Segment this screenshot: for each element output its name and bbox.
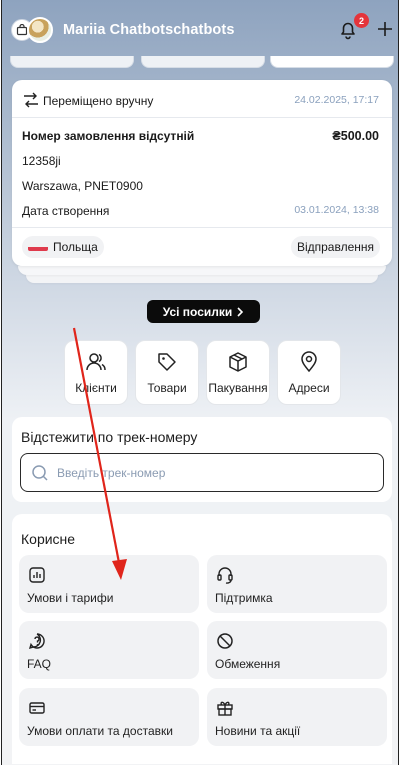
tab-stub <box>10 56 134 68</box>
useful-item-label: Умови і тарифи <box>27 591 114 605</box>
poland-flag-icon <box>28 243 48 251</box>
username: Mariia Chatbotschatbots <box>63 22 235 38</box>
useful-item-faq[interactable]: FAQ <box>19 621 199 679</box>
order-title: Номер замовлення відсутній <box>22 129 195 143</box>
question-icon <box>28 633 45 650</box>
tracking-input[interactable] <box>57 465 357 480</box>
chart-icon <box>29 567 45 583</box>
quick-action-products[interactable]: Товари <box>135 340 199 405</box>
map-pin-icon <box>301 351 317 373</box>
transfer-arrows-icon <box>22 92 40 108</box>
headset-icon <box>217 567 233 584</box>
useful-title: Корисне <box>21 531 76 547</box>
users-icon <box>86 353 106 371</box>
divider <box>12 117 392 118</box>
tag-icon <box>158 353 176 371</box>
quick-action-clients[interactable]: Клієнти <box>64 340 128 405</box>
quick-action-packaging[interactable]: Пакування <box>206 340 270 405</box>
quick-action-addresses[interactable]: Адреси <box>277 340 341 405</box>
useful-item-tariffs[interactable]: Умови і тарифи <box>19 555 199 613</box>
created-label: Дата створення <box>22 204 110 218</box>
order-address: Warszawa, PNET0900 <box>22 179 143 193</box>
card-stack-shadow <box>18 266 386 275</box>
all-parcels-label: Усі посилки <box>162 304 233 319</box>
useful-item-label: Новини та акції <box>215 724 301 738</box>
shipment-type-chip: Відправлення <box>290 236 380 258</box>
country-chip: Польща <box>22 236 104 258</box>
useful-item-label: Умови оплати та доставки <box>27 724 173 738</box>
box-icon <box>229 352 247 372</box>
useful-item-support[interactable]: Підтримка <box>207 555 387 613</box>
useful-item-payment-delivery[interactable]: Умови оплати та доставки <box>19 688 199 746</box>
useful-item-news[interactable]: Новини та акції <box>207 688 387 746</box>
avatar[interactable] <box>11 17 53 43</box>
search-icon <box>32 464 48 481</box>
tab-stub <box>270 56 394 68</box>
quick-action-label: Клієнти <box>75 381 117 395</box>
chevron-right-icon <box>237 306 244 317</box>
tab-stub <box>141 56 265 68</box>
credit-card-icon <box>29 702 45 714</box>
forbidden-icon <box>217 633 233 649</box>
tracking-field[interactable] <box>20 453 384 492</box>
tracking-title: Відстежити по трек-номеру <box>21 429 198 445</box>
shipment-type-label: Відправлення <box>296 240 374 254</box>
useful-item-restrictions[interactable]: Обмеження <box>207 621 387 679</box>
avatar-photo <box>27 17 53 43</box>
status-date: 24.02.2025, 17:17 <box>294 94 379 106</box>
quick-action-label: Товари <box>147 381 187 395</box>
useful-item-label: FAQ <box>27 657 52 671</box>
useful-section: Корисне Умови і тарифи Підтримка FAQ Обм… <box>12 514 392 764</box>
order-code: 12358ji <box>22 154 61 168</box>
quick-action-label: Пакування <box>208 381 268 395</box>
app-header: Mariia Chatbotschatbots 2 <box>2 0 398 62</box>
useful-item-label: Обмеження <box>215 657 281 671</box>
created-date: 03.01.2024, 13:38 <box>294 204 379 216</box>
tracking-section: Відстежити по трек-номеру <box>12 417 392 502</box>
app-screen: Mariia Chatbotschatbots 2 Переміщено вру… <box>1 0 399 765</box>
gift-icon <box>217 701 233 716</box>
card-stack-shadow <box>26 275 378 283</box>
divider <box>12 227 392 228</box>
plus-icon[interactable] <box>375 19 395 39</box>
all-parcels-button[interactable]: Усі посилки <box>147 300 260 323</box>
quick-action-label: Адреси <box>288 381 330 395</box>
country-label: Польща <box>53 240 98 254</box>
order-price: ₴500.00 <box>332 129 379 143</box>
useful-item-label: Підтримка <box>215 591 273 605</box>
notification-badge: 2 <box>354 13 369 28</box>
